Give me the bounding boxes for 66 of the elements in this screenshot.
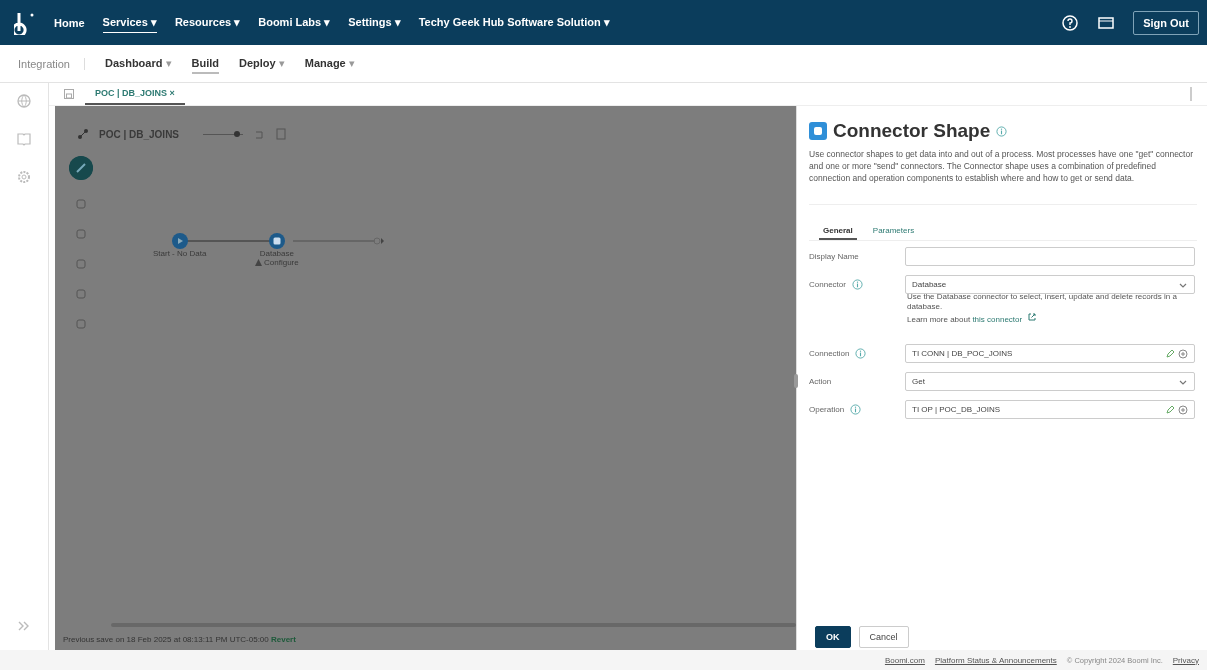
plus-circle-icon[interactable] (1178, 404, 1188, 415)
shape-palette-icon[interactable] (75, 258, 87, 270)
logo-icon[interactable] (14, 10, 36, 35)
more-icon[interactable] (1189, 86, 1193, 102)
sub-nav-item[interactable]: Build (191, 53, 219, 74)
connector-icon (809, 122, 827, 140)
field-label: Display Name (809, 252, 859, 261)
sub-nav-item[interactable]: Manage ▾ (304, 54, 355, 73)
zoom-slider-thumb[interactable] (234, 131, 241, 137)
connector-link[interactable]: this connector (972, 315, 1023, 324)
field-label: Operation (809, 405, 845, 414)
display-name-field[interactable] (905, 247, 1195, 266)
sign-out-button[interactable]: Sign Out (1133, 10, 1199, 35)
warning-icon (255, 259, 262, 266)
shape-palette-icon[interactable] (75, 228, 87, 240)
help-icon[interactable] (1061, 13, 1080, 32)
sub-nav-item[interactable]: Deploy ▾ (239, 54, 285, 73)
globe-icon[interactable] (16, 93, 32, 109)
nav-menu-item[interactable]: Services ▾ (102, 12, 157, 33)
shape-palette-icon[interactable] (75, 318, 87, 330)
process-icon (77, 128, 89, 140)
document-icon[interactable] (275, 128, 288, 140)
privacy-link[interactable]: Privacy (1172, 655, 1199, 665)
book-icon[interactable] (16, 131, 32, 147)
shape-palette-icon[interactable] (75, 198, 87, 210)
section-label: Integration (18, 57, 85, 70)
gear-icon[interactable] (16, 169, 32, 185)
footer-link[interactable]: Boomi.com (884, 655, 925, 665)
panel-tab[interactable]: Parameters (868, 223, 919, 240)
field-label: Connector (809, 280, 846, 289)
resize-handle[interactable] (794, 374, 798, 388)
select-field[interactable]: Database (905, 275, 1195, 294)
info-icon[interactable] (855, 348, 867, 359)
panel-description: Use connector shapes to get data into and out of a process. Most processes have one "get" connector and one or more "send" connectors. The Connector shape uses a combination of predefined connection and operation components to establish where and how to get or send data. (809, 148, 1197, 205)
select-field[interactable]: Get (905, 372, 1195, 391)
field-label: Connection (809, 349, 850, 358)
nav-menu-item[interactable]: Home (54, 13, 85, 32)
nav-menu-item[interactable]: Techy Geek Hub Software Solution ▾ (418, 13, 610, 32)
sub-nav-item[interactable]: Dashboard ▾ (105, 54, 172, 73)
nav-menu-item[interactable]: Resources ▾ (174, 13, 241, 32)
cancel-button[interactable]: Cancel (858, 626, 909, 648)
node-label: Database (259, 249, 294, 258)
field-label: Action (809, 377, 832, 386)
process-title: POC | DB_JOINS (99, 128, 180, 140)
connector-node[interactable] (268, 233, 285, 249)
component-field[interactable]: TI CONN | DB_POC_JOINS (905, 344, 1195, 363)
footer-link[interactable]: Platform Status & Announcements (934, 655, 1057, 665)
info-icon[interactable] (996, 125, 1008, 137)
panel-title: Connector Shape (833, 120, 991, 142)
nav-menu-item[interactable]: Settings ▾ (348, 13, 401, 32)
help-text: Use the Database connector to select, insert, update and delete records in a database. Learn more about this connector (906, 292, 1178, 325)
info-icon[interactable] (851, 279, 863, 290)
pencil-icon[interactable] (1165, 404, 1175, 415)
plus-circle-icon[interactable] (1178, 348, 1188, 359)
ok-button[interactable]: OK (815, 626, 851, 648)
start-node[interactable] (171, 233, 188, 249)
external-link-icon[interactable] (1027, 312, 1038, 322)
shape-palette-icon[interactable] (75, 288, 87, 300)
panel-tab[interactable]: General (819, 223, 857, 240)
component-field[interactable]: TI OP | POC_DB_JOINS (905, 400, 1195, 419)
info-icon[interactable] (850, 404, 862, 415)
pencil-icon[interactable] (1165, 348, 1175, 359)
connector-palette-icon[interactable] (69, 156, 93, 180)
save-icon[interactable] (63, 88, 75, 100)
nav-menu-item[interactable]: Boomi Labs ▾ (258, 13, 331, 32)
node-label: Start - No Data (153, 249, 207, 258)
